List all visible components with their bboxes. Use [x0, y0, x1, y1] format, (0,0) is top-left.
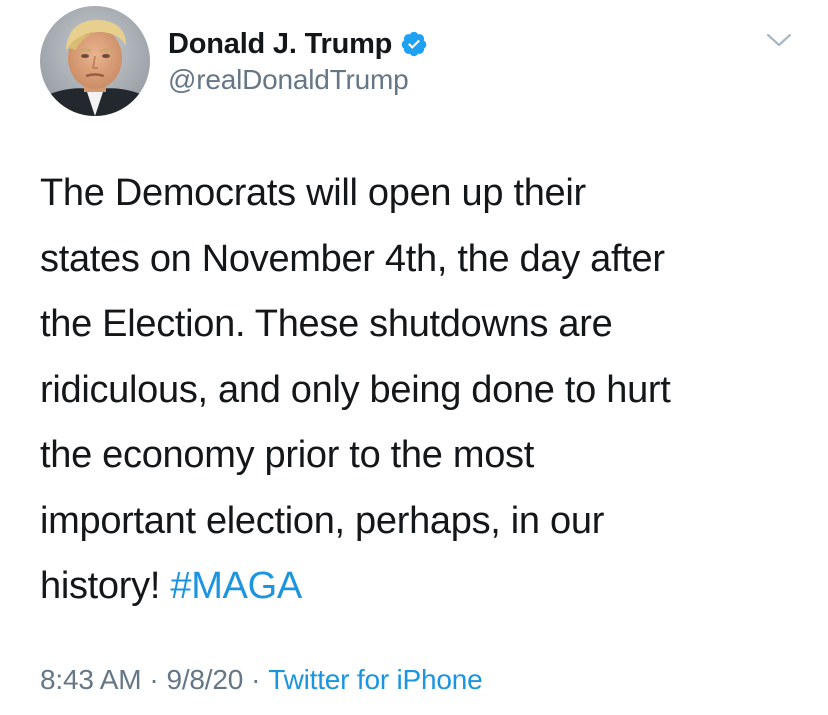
tweet-time[interactable]: 8:43 AM — [40, 664, 142, 695]
tweet-text-line: history! — [40, 565, 161, 607]
author-avatar[interactable] — [40, 6, 150, 116]
tweet-date[interactable]: 9/8/20 — [166, 664, 243, 695]
tweet-source-link[interactable]: Twitter for iPhone — [268, 664, 482, 695]
tweet-text: The Democrats will open up their states … — [40, 161, 800, 620]
tweet-text-line: the economy prior to the most — [40, 434, 534, 476]
verified-badge-icon — [400, 30, 428, 58]
tweet-text-line: ridiculous, and only being done to hurt — [40, 368, 671, 411]
author-handle[interactable]: @realDonaldTrump — [168, 64, 409, 96]
tweet-text-line: The Democrats will open up their — [40, 172, 586, 214]
avatar-image — [40, 6, 150, 116]
tweet-text-line: states on November 4th, the day after — [40, 237, 665, 280]
tweet-text-line: the Election. These shutdowns are — [40, 303, 613, 345]
author-display-name[interactable]: Donald J. Trump — [168, 28, 392, 61]
tweet-meta: 8:43 AM · 9/8/20 · Twitter for iPhone — [40, 664, 483, 696]
tweet-card: Donald J. Trump @realDonaldTrump The Dem… — [0, 0, 828, 715]
author-name-row: Donald J. Trump — [168, 24, 428, 64]
hashtag-link[interactable]: #MAGA — [170, 565, 302, 607]
meta-separator: · — [149, 664, 159, 695]
tweet-text-line: important election, perhaps, in our — [40, 499, 605, 542]
meta-separator: · — [251, 664, 261, 695]
chevron-down-icon[interactable] — [766, 30, 792, 50]
tweet-text-last-line: history! #MAGA — [40, 554, 800, 620]
